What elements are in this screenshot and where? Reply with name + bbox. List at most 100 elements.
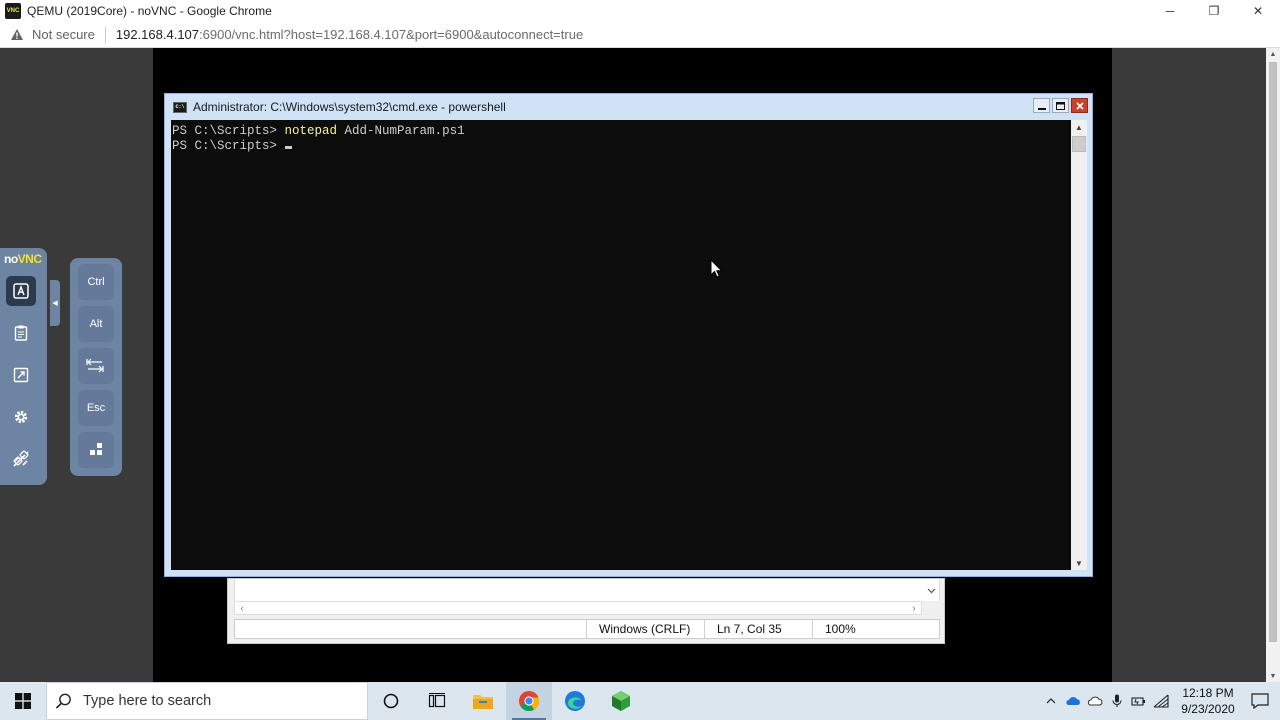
app-taskbar-button[interactable] — [598, 682, 644, 720]
folder-icon — [473, 695, 493, 709]
keyboard-button[interactable] — [6, 276, 36, 306]
ctrl-alt-del-button[interactable] — [78, 432, 114, 468]
url-text[interactable]: 192.168.4.107:6900/vnc.html?host=192.168… — [116, 27, 583, 42]
clipboard-button[interactable] — [6, 318, 36, 348]
chrome-icon — [519, 691, 540, 712]
status-cursor-position: Ln 7, Col 35 — [704, 620, 812, 638]
extra-keys-panel: Ctrl Alt Esc — [70, 258, 122, 476]
cmd-title-bar[interactable]: C:\ Administrator: C:\Windows\system32\c… — [165, 94, 1092, 120]
novnc-logo: noVNC — [4, 252, 42, 266]
microphone-tray-button[interactable] — [1106, 682, 1128, 720]
browser-viewport: C:\ Administrator: C:\Windows\system32\c… — [0, 48, 1266, 682]
taskbar: Type here to search 12:18 PM 9/23/2020 — [0, 682, 1280, 720]
console-output[interactable]: PS C:\Scripts> notepad Add-NumParam.ps1 P… — [171, 120, 1071, 570]
fullscreen-icon — [13, 367, 29, 383]
console-line: PS C:\Scripts> — [172, 139, 1071, 154]
console-prompt: PS C:\Scripts> — [172, 124, 285, 138]
mouse-pointer-icon — [710, 259, 723, 278]
close-button[interactable]: ✕ — [1236, 0, 1280, 22]
onedrive-tray-button[interactable] — [1062, 682, 1084, 720]
scroll-thumb[interactable] — [1072, 136, 1086, 152]
not-secure-label[interactable]: Not secure — [32, 27, 95, 42]
console-command: notepad — [284, 124, 338, 138]
wifi-icon — [1153, 694, 1169, 708]
window-controls: ─ ❐ ✕ — [1148, 0, 1280, 22]
control-bar-handle[interactable]: ◀ — [50, 280, 60, 326]
close-icon — [1075, 101, 1084, 110]
taskbar-clock[interactable]: 12:18 PM 9/23/2020 — [1176, 685, 1240, 717]
text-cursor — [284, 146, 292, 149]
cloud-icon — [1087, 696, 1103, 706]
cortana-button[interactable] — [368, 682, 414, 720]
clock-date: 9/23/2020 — [1181, 702, 1235, 716]
minimize-icon — [1037, 107, 1046, 110]
notepad-status-bar: Windows (CRLF) Ln 7, Col 35 100% — [234, 619, 940, 639]
action-center-button[interactable] — [1240, 682, 1280, 720]
maximize-icon — [1056, 101, 1065, 110]
notification-icon — [1251, 693, 1269, 709]
network-tray-button[interactable] — [1150, 682, 1172, 720]
taskbar-search-box[interactable]: Type here to search — [46, 682, 368, 720]
file-explorer-button[interactable] — [460, 682, 506, 720]
console-scrollbar[interactable]: ▲ ▼ — [1071, 120, 1087, 570]
scroll-up-arrow-icon[interactable]: ▲ — [1266, 48, 1280, 60]
novnc-control-bar: noVNC — [0, 248, 47, 485]
system-tray: 12:18 PM 9/23/2020 — [1040, 682, 1280, 720]
notepad-window[interactable]: ‹ › Windows (CRLF) Ln 7, Col 35 100% — [227, 578, 945, 644]
windows-logo-icon — [15, 693, 31, 709]
notepad-text-area[interactable] — [234, 579, 940, 601]
disconnect-button[interactable] — [6, 444, 36, 474]
console-line: PS C:\Scripts> notepad Add-NumParam.ps1 — [172, 124, 1071, 139]
task-view-icon — [428, 693, 446, 708]
page-scroll-thumb[interactable] — [1269, 62, 1277, 642]
cmd-window[interactable]: C:\ Administrator: C:\Windows\system32\c… — [164, 93, 1093, 577]
url-host: 192.168.4.107 — [115, 27, 200, 42]
window-title: QEMU (2019Core) - noVNC - Google Chrome — [27, 4, 272, 18]
keyboard-icon — [13, 283, 29, 299]
task-view-button[interactable] — [414, 682, 460, 720]
clipboard-icon — [14, 325, 28, 341]
show-hidden-icons-button[interactable] — [1040, 682, 1062, 720]
cmd-minimize-button[interactable] — [1033, 98, 1050, 113]
power-tray-button[interactable] — [1128, 682, 1150, 720]
novnc-logo-no: no — [4, 252, 18, 266]
chevron-left-icon[interactable]: ‹ — [235, 602, 249, 614]
scroll-down-arrow-icon[interactable]: ▼ — [1071, 556, 1087, 570]
restore-button[interactable]: ❐ — [1192, 0, 1236, 22]
ctrl-key-button[interactable]: Ctrl — [78, 264, 114, 300]
alt-key-button[interactable]: Alt — [78, 306, 114, 342]
settings-button[interactable] — [6, 402, 36, 432]
notepad-horizontal-scrollbar[interactable]: ‹ › — [234, 601, 922, 615]
cloud-tray-button[interactable] — [1084, 682, 1106, 720]
edge-taskbar-button[interactable] — [552, 682, 598, 720]
status-line-ending: Windows (CRLF) — [586, 620, 704, 638]
address-separator — [104, 26, 106, 43]
esc-key-button[interactable]: Esc — [78, 390, 114, 426]
start-button[interactable] — [0, 682, 46, 720]
cmd-close-button[interactable] — [1071, 98, 1088, 113]
remote-desktop-canvas[interactable]: C:\ Administrator: C:\Windows\system32\c… — [153, 48, 1112, 682]
cmd-window-title: Administrator: C:\Windows\system32\cmd.e… — [193, 100, 506, 114]
chevron-right-icon[interactable]: › — [907, 602, 921, 614]
address-bar[interactable]: Not secure 192.168.4.107:6900/vnc.html?h… — [0, 22, 1280, 48]
page-scrollbar[interactable]: ▲ ▼ — [1266, 48, 1280, 682]
novnc-logo-vnc: VNC — [17, 252, 42, 266]
disconnect-icon — [13, 450, 29, 467]
scroll-down-arrow-icon[interactable]: ▼ — [1266, 670, 1280, 682]
search-placeholder: Type here to search — [83, 693, 212, 709]
tab-key-button[interactable] — [78, 348, 114, 384]
browser-title-bar: VNC QEMU (2019Core) - noVNC - Google Chr… — [0, 0, 1280, 22]
microphone-icon — [1112, 694, 1122, 707]
chevron-down-icon[interactable] — [923, 583, 939, 599]
cmd-window-controls — [1033, 98, 1088, 113]
url-path: :6900/vnc.html?host=192.168.4.107&port=6… — [199, 27, 584, 42]
scroll-up-arrow-icon[interactable]: ▲ — [1071, 120, 1087, 134]
ctrl-alt-del-icon — [90, 443, 102, 455]
green-cube-app-icon — [612, 691, 630, 711]
chrome-taskbar-button[interactable] — [506, 682, 552, 720]
minimize-button[interactable]: ─ — [1148, 0, 1192, 22]
fullscreen-button[interactable] — [6, 360, 36, 390]
status-zoom: 100% — [812, 620, 939, 638]
cmd-maximize-button[interactable] — [1052, 98, 1069, 113]
warning-icon[interactable] — [10, 28, 24, 42]
